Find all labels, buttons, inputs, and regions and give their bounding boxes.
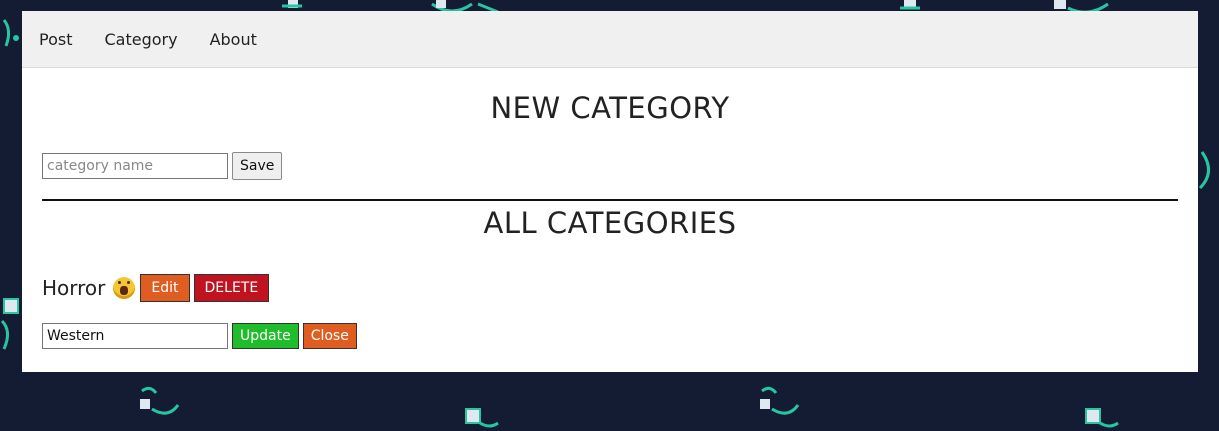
delete-button[interactable]: DELETE — [193, 274, 270, 302]
category-edit-input[interactable] — [42, 323, 228, 349]
nav-link-about[interactable]: About — [210, 30, 257, 49]
category-item: Horror Edit DELETE — [42, 274, 270, 302]
all-categories-heading: ALL CATEGORIES — [483, 206, 737, 240]
update-button[interactable]: Update — [232, 323, 299, 349]
background-pattern-icon — [756, 385, 804, 425]
save-button[interactable]: Save — [232, 152, 283, 180]
new-category-form: Save — [42, 152, 283, 180]
navbar: Post Category About — [22, 11, 1198, 68]
new-category-heading: NEW CATEGORY — [490, 91, 730, 125]
background-pattern-icon — [462, 405, 502, 431]
category-name: Horror — [42, 276, 106, 300]
section-divider — [42, 199, 1178, 201]
nav-link-post[interactable]: Post — [39, 30, 72, 49]
screaming-face-emoji-icon — [113, 277, 136, 299]
background-pattern-icon — [1198, 150, 1219, 190]
background-pattern-icon — [136, 385, 184, 425]
background-pattern-icon — [0, 295, 22, 355]
close-button[interactable]: Close — [302, 323, 357, 349]
nav-link-category[interactable]: Category — [104, 30, 177, 49]
main-card: Post Category About NEW CATEGORY Save AL… — [22, 11, 1198, 372]
background-pattern-icon — [1082, 405, 1122, 431]
category-name-input[interactable] — [42, 153, 228, 179]
category-edit-form: Update Close — [42, 323, 357, 349]
edit-button[interactable]: Edit — [140, 274, 190, 302]
